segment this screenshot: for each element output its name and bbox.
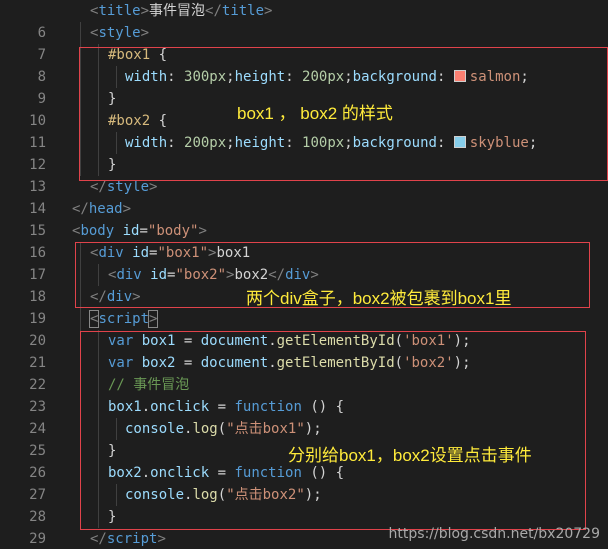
- code-line[interactable]: 7 <style>: [0, 22, 608, 63]
- script-highlight-box: [80, 331, 586, 530]
- token: id: [122, 223, 140, 239]
- code-line[interactable]: 6 <title>事件冒泡</title>: [0, 0, 608, 41]
- code-line[interactable]: 16 <body id="body">: [0, 220, 608, 261]
- code-editor[interactable]: 6 <title>事件冒泡</title> 7 <style> 8 #box1 …: [0, 0, 608, 549]
- token: script: [98, 311, 150, 327]
- token: </: [90, 179, 107, 195]
- token: >: [140, 25, 150, 41]
- token: >: [140, 3, 150, 19]
- token: >: [198, 223, 207, 239]
- watermark: https://blog.csdn.net/bx20729: [388, 526, 600, 542]
- code-line[interactable]: 15 </head>: [0, 198, 608, 239]
- token: </: [205, 3, 222, 19]
- token: title: [221, 3, 265, 19]
- div-annotation: 两个div盒子，box2被包裹到box1里: [246, 289, 512, 308]
- token: "body": [147, 223, 199, 239]
- token: 事件冒泡: [149, 3, 206, 19]
- token: >: [149, 179, 158, 195]
- token: >: [264, 3, 273, 19]
- matched-bracket: >: [147, 310, 159, 328]
- token: title: [98, 3, 141, 19]
- token: >: [122, 201, 132, 217]
- token: style: [106, 179, 150, 195]
- token: >: [157, 531, 166, 547]
- token: script: [106, 531, 158, 547]
- token: body: [80, 223, 115, 239]
- token: </: [72, 201, 89, 217]
- token: head: [88, 201, 123, 217]
- code-line[interactable]: 20 <script>: [0, 308, 608, 349]
- style-annotation: box1 ， box2 的样式: [237, 104, 393, 123]
- token: =: [139, 223, 148, 239]
- token: style: [98, 25, 141, 41]
- script-annotation: 分别给box1，box2设置点击事件: [288, 446, 532, 465]
- token: </: [90, 531, 107, 547]
